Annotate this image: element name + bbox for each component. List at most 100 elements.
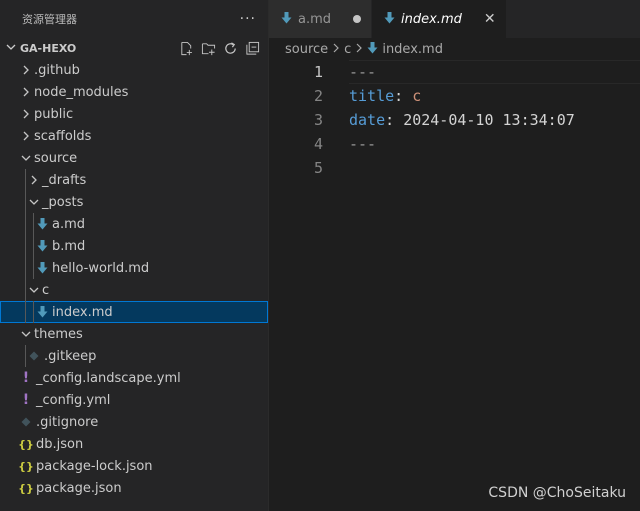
line-content: date: 2024-04-10 13:34:07 <box>349 111 575 129</box>
workspace-name: GA-HEXO <box>20 41 77 55</box>
tree-item-label: a.md <box>52 216 86 232</box>
code-line[interactable]: 4 --- <box>269 132 640 156</box>
code-line[interactable]: 3 date: 2024-04-10 13:34:07 <box>269 108 640 132</box>
tab-index-md[interactable]: index.md ✕ <box>372 0 507 38</box>
code-line[interactable]: 1 --- <box>269 60 640 84</box>
breadcrumb-item[interactable]: source <box>285 42 328 57</box>
json-file-icon: {} <box>18 437 34 451</box>
code-editor[interactable]: 1 --- 2 title: c 3 date: 2024-04-10 13:34:07 4… <box>269 60 640 180</box>
tab-a-md[interactable]: a.md <box>269 0 373 38</box>
breadcrumb: source c index.md <box>269 38 640 60</box>
code-token: --- <box>349 63 377 81</box>
watermark: CSDN @ChoSeitaku <box>488 485 626 501</box>
tree-item-gitignore[interactable]: .gitignore <box>0 411 268 433</box>
tree-item-gitkeep[interactable]: .gitkeep <box>0 345 268 367</box>
chevron-down-icon[interactable] <box>26 194 42 210</box>
tree-item-hello-world-md[interactable]: hello-world.md <box>0 257 268 279</box>
indent-guide <box>33 301 34 323</box>
code-token: date <box>349 111 386 129</box>
markdown-file-icon <box>34 238 50 254</box>
tree-item-package-lock-json[interactable]: {} package-lock.json <box>0 455 268 477</box>
tree-item-label: .gitkeep <box>44 348 97 364</box>
breadcrumb-item[interactable]: c <box>344 42 351 57</box>
line-number: 2 <box>313 87 323 105</box>
chevron-right-icon[interactable] <box>18 62 34 78</box>
chevron-right-icon <box>355 43 363 56</box>
refresh-icon[interactable] <box>222 40 238 56</box>
explorer-header: 资源管理器 ··· <box>0 0 268 38</box>
line-number: 3 <box>313 111 323 129</box>
new-file-icon[interactable] <box>178 40 194 56</box>
collapse-all-icon[interactable] <box>244 40 260 56</box>
breadcrumb-item[interactable]: index.md <box>382 42 443 57</box>
tree-item-posts[interactable]: _posts <box>0 191 268 213</box>
chevron-down-icon[interactable] <box>26 282 42 298</box>
yaml-file-icon: ! <box>22 392 30 408</box>
tree-item-b-md[interactable]: b.md <box>0 235 268 257</box>
markdown-file-icon <box>281 11 292 27</box>
file-tree: .github node_modulespublic scaffolds source… <box>0 59 268 499</box>
code-token: 2024-04-10 13:34:07 <box>403 111 575 129</box>
line-number: 1 <box>313 63 323 81</box>
tree-item-label: _drafts <box>42 172 87 188</box>
json-file-icon: {} <box>18 459 34 473</box>
line-content: title: c <box>349 87 421 105</box>
tree-item-source[interactable]: source <box>0 147 268 169</box>
code-token: : <box>385 111 404 129</box>
unsaved-dot-icon[interactable] <box>353 15 362 23</box>
tree-item-github[interactable]: .github <box>0 59 268 81</box>
line-content: --- <box>349 63 376 81</box>
chevron-right-icon[interactable] <box>18 106 34 122</box>
tree-item-label: .gitignore <box>36 414 99 430</box>
code-line[interactable]: 2 title: c <box>269 84 640 108</box>
tree-item-label: _config.landscape.yml <box>36 370 181 386</box>
tree-item-label: .github <box>34 62 80 78</box>
indent-guide <box>25 257 26 279</box>
tree-item-label: scaffolds <box>34 128 92 144</box>
line-number: 5 <box>313 159 323 177</box>
code-token: : <box>394 87 413 105</box>
tree-item-label: node_modules <box>34 84 129 100</box>
more-actions-icon[interactable]: ··· <box>240 11 260 27</box>
indent-guide <box>33 257 34 279</box>
chevron-right-icon[interactable] <box>18 128 34 144</box>
chevron-down-icon[interactable] <box>18 150 34 166</box>
chevron-right-icon[interactable] <box>18 84 34 100</box>
explorer-title: 资源管理器 <box>22 13 77 26</box>
editor-area: a.md index.md ✕ source c index.md 1 --- 2 title… <box>269 0 640 511</box>
tree-item-config-landscape-yml[interactable]: ! _config.landscape.yml <box>0 367 268 389</box>
tree-item-themes[interactable]: themes <box>0 323 268 345</box>
indent-guide <box>25 213 26 235</box>
tab-bar: a.md index.md ✕ <box>269 0 640 38</box>
chevron-right-icon[interactable] <box>26 172 42 188</box>
tree-item-c[interactable]: c <box>0 279 268 301</box>
chevron-down-icon[interactable] <box>18 326 34 342</box>
indent-guide <box>33 235 34 257</box>
indent-guide <box>25 235 26 257</box>
tree-item-db-json[interactable]: {} db.json <box>0 433 268 455</box>
tree-item-config-yml[interactable]: ! _config.yml <box>0 389 268 411</box>
git-file-icon <box>18 414 34 430</box>
code-line[interactable]: 5 <box>269 156 640 180</box>
close-icon[interactable]: ✕ <box>484 11 496 27</box>
code-token: c <box>412 87 422 105</box>
indent-guide <box>25 279 26 301</box>
tree-item-label: package.json <box>36 480 122 496</box>
tree-item-scaffolds[interactable]: scaffolds <box>0 125 268 147</box>
indent-guide <box>25 191 26 213</box>
markdown-file-icon <box>34 304 50 320</box>
tree-item-a-md[interactable]: a.md <box>0 213 268 235</box>
tree-item-label: public <box>34 106 74 122</box>
git-file-icon <box>26 348 42 364</box>
tree-item-package-json[interactable]: {} package.json <box>0 477 268 499</box>
tree-item-public[interactable]: public <box>0 103 268 125</box>
workspace-section-header[interactable]: GA-HEXO <box>0 38 268 58</box>
indent-guide <box>33 213 34 235</box>
tree-item-drafts[interactable]: _drafts <box>0 169 268 191</box>
tree-item-label: c <box>42 282 50 298</box>
tree-item-index-md[interactable]: index.md <box>0 301 268 323</box>
new-folder-icon[interactable] <box>200 40 216 56</box>
tree-item-label: b.md <box>52 238 86 254</box>
markdown-file-icon <box>384 11 395 27</box>
tree-item-node-modules[interactable]: node_modules <box>0 81 268 103</box>
